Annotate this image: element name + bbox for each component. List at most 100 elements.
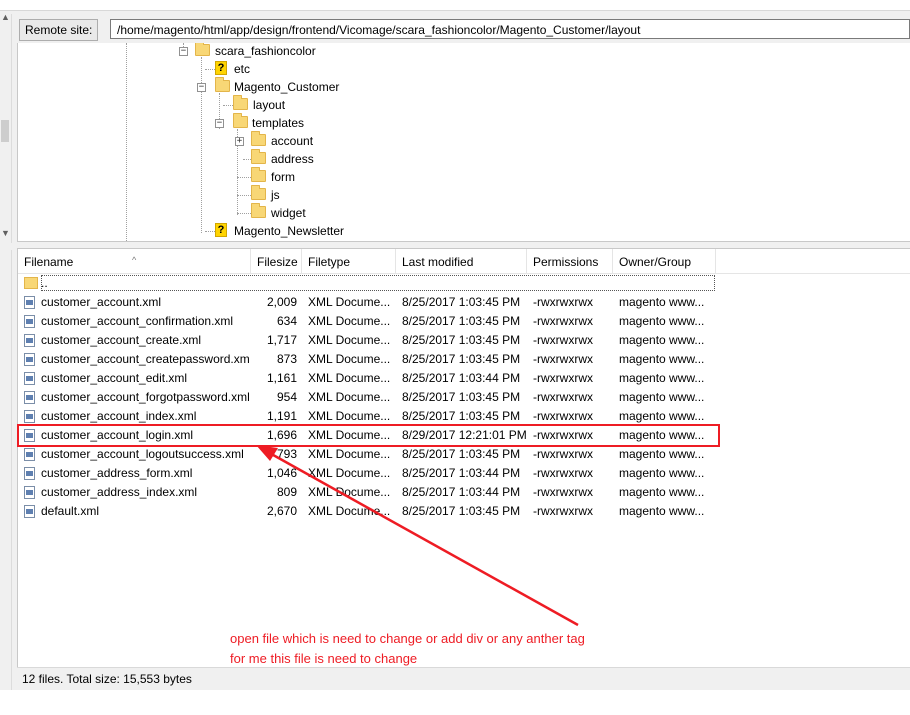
tree-item-label: address bbox=[271, 152, 314, 166]
file-size-cell: 873 bbox=[276, 352, 297, 366]
column-header-label: Last modified bbox=[402, 255, 474, 269]
file-size-cell: 2,670 bbox=[266, 504, 297, 518]
folder-icon bbox=[233, 95, 248, 110]
annotation-line-2: for me this file is need to change bbox=[230, 651, 418, 666]
xml-file-icon bbox=[24, 372, 35, 385]
file-name-cell: customer_address_form.xml bbox=[41, 466, 193, 480]
xml-file-icon bbox=[24, 296, 35, 309]
remote-path-input[interactable]: /home/magento/html/app/design/frontend/V… bbox=[110, 19, 910, 39]
file-modified-cell: 8/25/2017 1:03:45 PM bbox=[402, 352, 521, 366]
expand-icon[interactable]: + bbox=[235, 137, 244, 146]
highlight-box bbox=[17, 424, 720, 447]
file-modified-cell: 8/25/2017 1:03:45 PM bbox=[402, 314, 521, 328]
scroll-up-icon[interactable]: ▲ bbox=[1, 12, 10, 22]
file-modified-cell: 8/25/2017 1:03:45 PM bbox=[402, 504, 521, 518]
file-row[interactable]: customer_account_createpassword.xml 873 XM… bbox=[18, 350, 718, 369]
column-header-filetype[interactable]: Filetype bbox=[302, 249, 396, 273]
remote-site-bar: Remote site: /home/magento/html/app/desi… bbox=[17, 17, 910, 43]
file-type-cell: XML Docume... bbox=[308, 333, 391, 347]
tree-item-label: etc bbox=[234, 62, 251, 76]
file-perms-cell: -rwxrwxrwx bbox=[533, 485, 593, 499]
file-perms-cell: -rwxrwxrwx bbox=[533, 447, 593, 461]
file-owner-cell: magento www... bbox=[619, 314, 705, 328]
folder-icon bbox=[215, 77, 230, 92]
file-owner-cell: magento www... bbox=[619, 447, 705, 461]
file-type-cell: XML Docume... bbox=[308, 466, 391, 480]
file-modified-cell: 8/25/2017 1:03:44 PM bbox=[402, 371, 521, 385]
file-row[interactable]: customer_address_form.xml 1,046 XML Docume… bbox=[18, 464, 718, 483]
scroll-down-icon[interactable]: ▼ bbox=[1, 228, 10, 238]
tree-guide bbox=[205, 231, 215, 232]
file-row[interactable]: customer_account.xml 2,009 XML Docume... 8/… bbox=[18, 293, 718, 312]
column-header-label: Filename bbox=[24, 255, 74, 269]
file-owner-cell: magento www... bbox=[619, 485, 705, 499]
parent-directory-row[interactable]: .. bbox=[18, 274, 718, 293]
scroll-thumb[interactable] bbox=[1, 120, 9, 142]
file-owner-cell: magento www... bbox=[619, 295, 705, 309]
file-size-cell: 1,046 bbox=[266, 466, 297, 480]
local-file-pane-edge bbox=[0, 250, 12, 690]
file-perms-cell: -rwxrwxrwx bbox=[533, 314, 593, 328]
tree-item-label: widget bbox=[271, 206, 306, 220]
file-name-cell: customer_account_edit.xml bbox=[41, 371, 188, 385]
file-owner-cell: magento www... bbox=[619, 390, 705, 404]
column-header-filename[interactable]: Filename ^ bbox=[18, 249, 251, 273]
local-pane-scrollbar[interactable]: ▲ ▼ bbox=[0, 12, 12, 243]
file-modified-cell: 8/25/2017 1:03:45 PM bbox=[402, 390, 521, 404]
column-header-owner-group[interactable]: Owner/Group bbox=[613, 249, 716, 273]
file-type-cell: XML Docume... bbox=[308, 352, 391, 366]
file-name-cell: customer_account_createpassword.xml bbox=[41, 352, 249, 366]
file-list-header: Filename ^ Filesize Filetype Last modifi… bbox=[18, 249, 910, 274]
folder-icon bbox=[24, 277, 38, 289]
file-row[interactable]: customer_account_confirmation.xml 634 XML … bbox=[18, 312, 718, 331]
file-size-cell: 634 bbox=[276, 314, 297, 328]
file-row[interactable]: customer_address_index.xml 809 XML Docume.… bbox=[18, 483, 718, 502]
file-row[interactable]: customer_account_logoutsuccess.xml 793 XML… bbox=[18, 445, 718, 464]
file-perms-cell: -rwxrwxrwx bbox=[533, 466, 593, 480]
collapse-icon[interactable]: − bbox=[197, 83, 206, 92]
tree-item-label: account bbox=[271, 134, 314, 148]
file-size-cell: 1,717 bbox=[266, 333, 297, 347]
file-row[interactable]: customer_account_edit.xml 1,161 XML Docume… bbox=[18, 369, 718, 388]
tree-item-label: Magento_Customer bbox=[234, 80, 340, 94]
status-bar: 12 files. Total size: 15,553 bytes bbox=[17, 667, 910, 689]
collapse-icon[interactable]: − bbox=[179, 47, 188, 56]
xml-file-icon bbox=[24, 315, 35, 328]
tree-item-label: scara_fashioncolor bbox=[215, 44, 316, 58]
file-type-cell: XML Docume... bbox=[308, 485, 391, 499]
focus-rectangle bbox=[41, 275, 715, 291]
status-text: 12 files. Total size: 15,553 bytes bbox=[22, 672, 192, 686]
column-header-filesize[interactable]: Filesize bbox=[251, 249, 302, 273]
tree-item-label: js bbox=[271, 188, 280, 202]
file-modified-cell: 8/25/2017 1:03:45 PM bbox=[402, 447, 521, 461]
parent-directory-label: .. bbox=[41, 276, 48, 290]
file-type-cell: XML Docume... bbox=[308, 504, 391, 518]
file-size-cell: 2,009 bbox=[266, 295, 297, 309]
tree-guide bbox=[126, 43, 127, 241]
remote-file-list[interactable]: Filename ^ Filesize Filetype Last modifi… bbox=[17, 248, 910, 667]
column-header-permissions[interactable]: Permissions bbox=[527, 249, 613, 273]
xml-file-icon bbox=[24, 505, 35, 518]
file-name-cell: customer_account_logoutsuccess.xml bbox=[41, 447, 244, 461]
sort-ascending-icon: ^ bbox=[132, 255, 137, 265]
column-header-label: Filetype bbox=[308, 255, 351, 269]
file-name-cell: customer_account_create.xml bbox=[41, 333, 202, 347]
tree-guide bbox=[205, 69, 215, 70]
remote-directory-tree[interactable]: − scara_fashioncolor ? etc − Magento_Cus… bbox=[17, 43, 910, 242]
file-size-cell: 793 bbox=[276, 447, 297, 461]
folder-icon bbox=[251, 149, 266, 164]
file-name-cell: customer_address_index.xml bbox=[41, 485, 198, 499]
collapse-icon[interactable]: − bbox=[215, 119, 224, 128]
file-perms-cell: -rwxrwxrwx bbox=[533, 390, 593, 404]
column-header-last-modified[interactable]: Last modified bbox=[396, 249, 527, 273]
xml-file-icon bbox=[24, 391, 35, 404]
file-owner-cell: magento www... bbox=[619, 333, 705, 347]
tree-item-label: layout bbox=[253, 98, 286, 112]
file-row[interactable]: customer_account_forgotpassword.xml 954 XM… bbox=[18, 388, 718, 407]
file-row[interactable]: default.xml 2,670 XML Docume... 8/25/2017 1… bbox=[18, 502, 718, 521]
folder-icon bbox=[195, 43, 210, 56]
file-type-cell: XML Docume... bbox=[308, 314, 391, 328]
file-row[interactable]: customer_account_create.xml 1,717 XML Docu… bbox=[18, 331, 718, 350]
file-name-cell: customer_account_forgotpassword.xml bbox=[41, 390, 249, 404]
file-modified-cell: 8/25/2017 1:03:44 PM bbox=[402, 466, 521, 480]
